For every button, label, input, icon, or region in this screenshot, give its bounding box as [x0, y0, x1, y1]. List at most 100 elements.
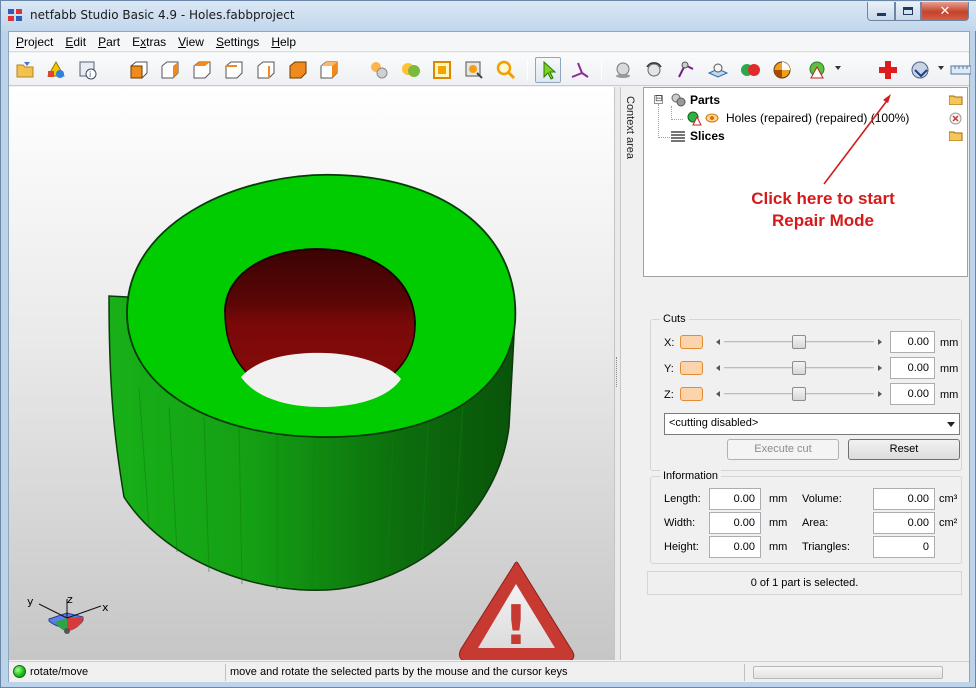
platform-icon[interactable] — [705, 57, 731, 83]
cut-y-label: Y: — [664, 363, 674, 375]
area-unit: cm² — [939, 517, 958, 529]
triangles-label: Triangles: — [802, 541, 850, 553]
view-iso-icon[interactable] — [316, 57, 342, 83]
execute-cut-button[interactable]: Execute cut — [727, 439, 839, 460]
width-unit: mm — [769, 517, 788, 529]
zoom-selected-icon[interactable] — [398, 57, 424, 83]
status-bar: rotate/move move and rotate the selected… — [9, 661, 969, 682]
width-label: Width: — [664, 517, 696, 529]
area-value: 0.00 — [873, 512, 935, 534]
axis-label-z: z — [67, 593, 73, 606]
view-back-icon[interactable] — [157, 57, 183, 83]
remove-part-icon[interactable] — [949, 112, 963, 125]
status-progress-bar — [753, 666, 943, 679]
zoom-window-icon[interactable] — [461, 57, 487, 83]
zoom-all-icon[interactable] — [366, 57, 392, 83]
zoom-icon[interactable] — [493, 57, 519, 83]
repair-mode-annotation: Click here to start Repair Mode — [751, 189, 895, 230]
rotate-icon[interactable] — [641, 57, 667, 83]
volume-unit: cm³ — [939, 493, 958, 505]
tree-item-slices[interactable]: Slices — [670, 127, 725, 145]
tree-item-holes-part[interactable]: Holes (repaired) (repaired) (100%) — [686, 109, 909, 127]
3d-viewport[interactable]: ! y z x — [9, 87, 614, 660]
selection-status: 0 of 1 part is selected. — [647, 571, 962, 595]
tree-item-parts[interactable]: Parts — [670, 91, 720, 109]
zoom-platform-icon[interactable] — [429, 57, 455, 83]
cut-z-input[interactable]: 0.00 — [890, 383, 935, 405]
visibility-eye-icon[interactable] — [704, 110, 720, 126]
repair-cross-icon[interactable] — [875, 57, 901, 83]
menu-project[interactable]: Project — [9, 32, 58, 52]
cut-y-input[interactable]: 0.00 — [890, 357, 935, 379]
parts-expander[interactable]: ⊟ — [654, 95, 663, 104]
move-tool-icon[interactable] — [567, 57, 593, 83]
area-label: Area: — [802, 517, 829, 529]
part-warning-icon — [687, 111, 702, 126]
cut-x-slider[interactable] — [712, 335, 886, 349]
view-left-icon[interactable] — [189, 57, 215, 83]
measure-icon[interactable] — [673, 57, 699, 83]
warning-view-icon[interactable] — [804, 57, 830, 83]
status-led-icon — [13, 665, 26, 678]
context-area-tab[interactable]: Context area — [621, 87, 643, 660]
open-icon[interactable] — [13, 57, 39, 83]
warning-exclamation: ! — [504, 594, 529, 657]
cut-x-unit: mm — [940, 337, 959, 349]
compare-icon[interactable] — [737, 57, 763, 83]
cutting-mode-select[interactable]: <cutting disabled> — [664, 413, 960, 435]
close-button[interactable]: ✕ — [921, 2, 969, 21]
cut-x-label: X: — [664, 337, 675, 349]
parts-folder-icon[interactable] — [948, 94, 963, 106]
cut-x-input[interactable]: 0.00 — [890, 331, 935, 353]
menu-bar: Project Edit Part Extras View Settings H… — [9, 32, 969, 52]
ruler-icon[interactable] — [947, 57, 973, 83]
part-info-icon[interactable]: i — [75, 57, 101, 83]
part-hole — [224, 248, 416, 407]
slices-label: Slices — [690, 129, 725, 143]
warning-view-dropdown-icon[interactable] — [835, 66, 841, 70]
title-bar[interactable]: netfabb Studio Basic 4.9 - Holes.fabbpro… — [1, 1, 976, 31]
netfabb-app-icon — [8, 9, 24, 23]
width-value: 0.00 — [709, 512, 761, 534]
view-top-icon[interactable] — [253, 57, 279, 83]
view-right-icon[interactable] — [221, 57, 247, 83]
pie-analysis-icon[interactable] — [769, 57, 795, 83]
cut-z-slider[interactable] — [712, 387, 886, 401]
application-window: netfabb Studio Basic 4.9 - Holes.fabbpro… — [0, 0, 976, 688]
menu-help[interactable]: Help — [264, 32, 301, 52]
export-icon[interactable] — [907, 57, 933, 83]
export-dropdown-icon[interactable] — [938, 66, 944, 70]
menu-view[interactable]: View — [171, 32, 209, 52]
axis-label-x: x — [102, 601, 109, 614]
project-tree[interactable]: ⊟ Parts Holes (repaired) (repaired) (100… — [643, 87, 968, 277]
menu-extras[interactable]: Extras — [125, 32, 171, 52]
context-area-label: Context area — [624, 96, 636, 159]
slices-icon — [671, 131, 685, 142]
view-bottom-icon[interactable] — [285, 57, 311, 83]
axis-label-y: y — [27, 595, 34, 608]
cut-y-unit: mm — [940, 363, 959, 375]
chevron-down-icon — [947, 422, 955, 427]
menu-settings[interactable]: Settings — [209, 32, 264, 52]
minimize-button[interactable] — [867, 2, 895, 21]
sphere-icon[interactable] — [610, 57, 636, 83]
reset-cut-button[interactable]: Reset — [848, 439, 960, 460]
add-part-icon[interactable] — [43, 57, 69, 83]
triangles-value: 0 — [873, 536, 935, 558]
cut-z-color-swatch[interactable] — [680, 387, 703, 401]
cut-x-color-swatch[interactable] — [680, 335, 703, 349]
menu-part[interactable]: Part — [91, 32, 125, 52]
height-unit: mm — [769, 541, 788, 553]
menu-edit[interactable]: Edit — [58, 32, 91, 52]
part-name-label: Holes (repaired) (repaired) (100%) — [726, 111, 910, 125]
slices-folder-icon[interactable] — [948, 130, 963, 142]
view-front-icon[interactable] — [126, 57, 152, 83]
select-tool-icon[interactable] — [535, 57, 561, 83]
panel-splitter[interactable] — [614, 87, 621, 660]
axis-gizmo: y z x — [27, 593, 109, 634]
right-panel: ⊟ Parts Holes (repaired) (repaired) (100… — [643, 87, 969, 660]
cut-y-color-swatch[interactable] — [680, 361, 703, 375]
svg-text:i: i — [89, 70, 91, 79]
maximize-button[interactable] — [895, 2, 921, 21]
cut-y-slider[interactable] — [712, 361, 886, 375]
